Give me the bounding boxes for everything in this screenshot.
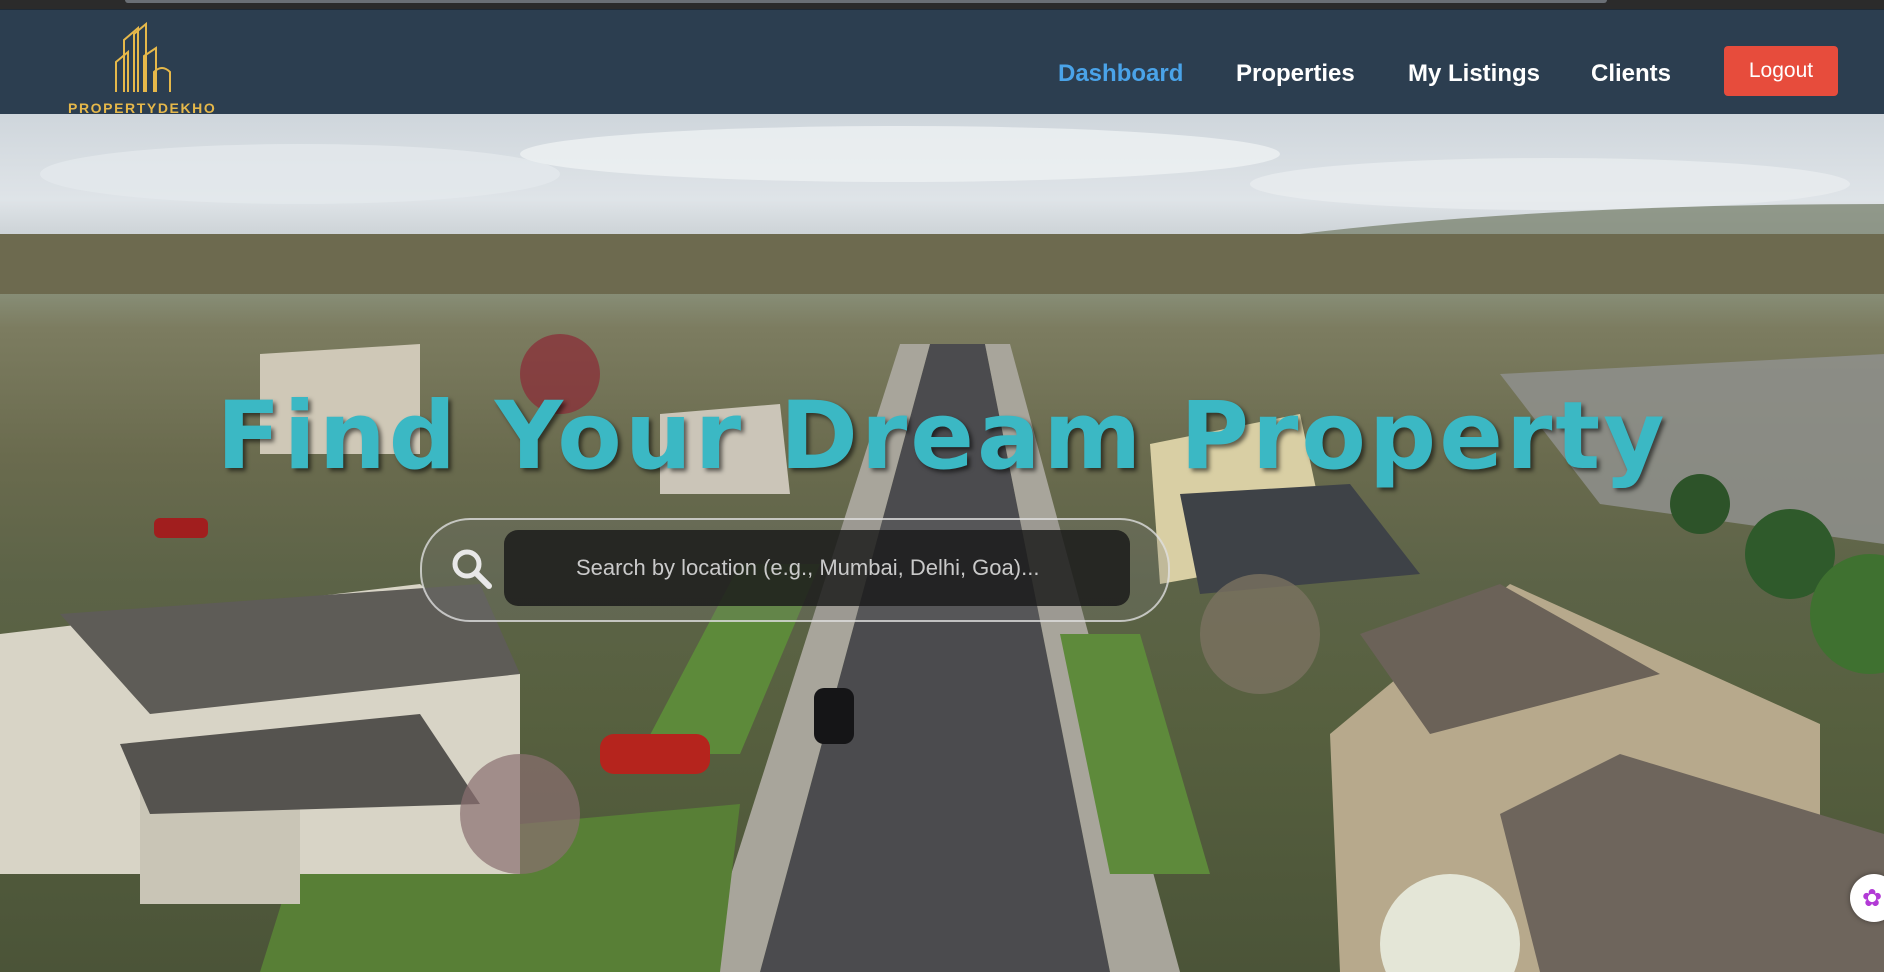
nav-my-listings[interactable]: My Listings	[1408, 60, 1540, 88]
logout-button[interactable]: Logout	[1724, 46, 1838, 96]
search-input[interactable]	[504, 530, 1130, 606]
browser-top-strip	[0, 0, 1884, 9]
brand-logo[interactable]: PROPERTYDEKHO	[66, 22, 226, 116]
nav-dashboard[interactable]: Dashboard	[1058, 60, 1183, 88]
chat-assistant-icon: ✿	[1862, 885, 1883, 912]
hero-title: Find Your Dream Property	[216, 381, 1668, 491]
navbar: PROPERTYDEKHO Dashboard Properties My Li…	[0, 9, 1884, 121]
nav-properties[interactable]: Properties	[1236, 60, 1355, 88]
search-bar	[420, 518, 1170, 622]
search-icon[interactable]	[449, 546, 493, 590]
building-logo-icon	[115, 22, 171, 92]
nav-clients[interactable]: Clients	[1591, 60, 1671, 88]
top-scroll-edge	[125, 0, 1607, 3]
hero-section: Find Your Dream Property	[0, 114, 1884, 972]
